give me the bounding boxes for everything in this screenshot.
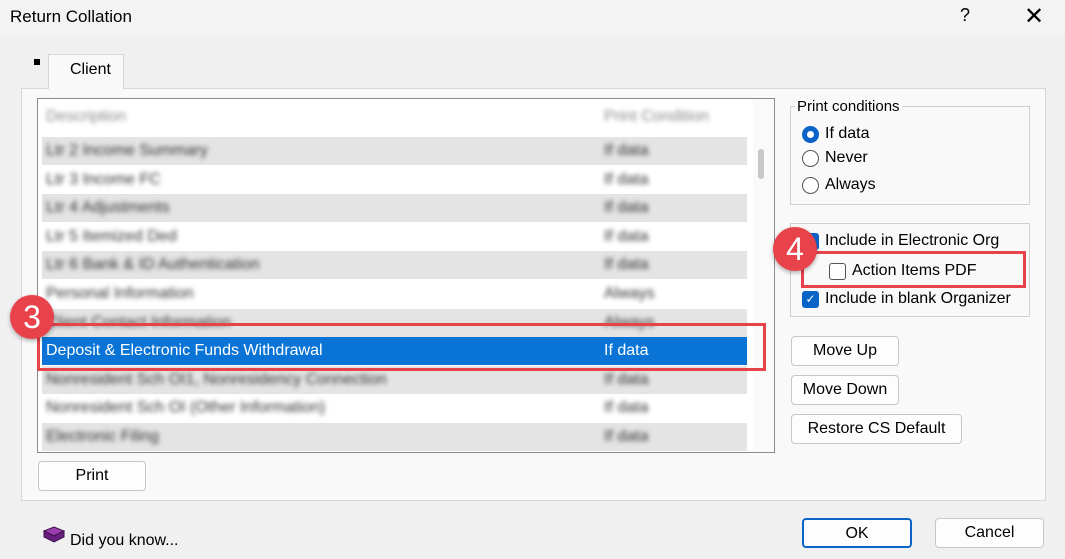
list-row[interactable]: Ltr 5 Itemized Ded If data — [42, 223, 747, 251]
include-electronic-org-checkbox[interactable]: ✓Include in Electronic Org — [802, 232, 999, 250]
radio-icon — [802, 149, 819, 167]
radio-label: Always — [825, 176, 876, 193]
radio-label: If data — [825, 125, 870, 142]
restore-default-button[interactable]: Restore CS Default — [791, 414, 962, 444]
did-you-know-link[interactable]: Did you know... — [70, 532, 179, 550]
book-icon — [42, 525, 66, 545]
row-description: Ltr 4 Adjustments — [46, 199, 170, 217]
header-description[interactable]: Description — [46, 103, 126, 131]
row-condition: If data — [604, 428, 649, 445]
row-condition: If data — [604, 227, 649, 245]
row-description: Ltr 2 Income Summary — [46, 142, 208, 159]
row-description: Nonresident Sch OI (Other Information) — [46, 399, 326, 417]
highlight-box-4 — [801, 251, 1026, 288]
list-row[interactable]: Electronic Filing If data — [42, 423, 747, 451]
checkbox-label: Include in Electronic Org — [825, 232, 1000, 249]
move-up-button[interactable]: Move Up — [791, 336, 899, 366]
print-conditions-legend: Print conditions — [797, 98, 900, 115]
ok-button[interactable]: OK — [802, 518, 912, 548]
close-button[interactable]: ✕ — [1024, 2, 1044, 31]
checkbox-label: Include in blank Organizer — [825, 290, 1011, 307]
step-badge-4: 4 — [773, 227, 817, 271]
radio-never[interactable]: Never — [802, 149, 868, 167]
list-row[interactable]: Personal Information Always — [42, 280, 747, 308]
row-condition: If data — [604, 399, 649, 417]
row-condition: If data — [604, 170, 649, 188]
row-condition: If data — [604, 256, 649, 274]
radio-selected-icon — [802, 125, 819, 143]
row-description: Ltr 6 Bank & ID Authentication — [46, 256, 260, 274]
header-condition[interactable]: Print Condition — [604, 103, 709, 131]
list-header: Description Print Condition — [42, 103, 747, 131]
list-row[interactable]: Ltr 3 Income FC If data — [42, 166, 747, 194]
row-description: Ltr 3 Income FC — [46, 170, 161, 188]
list-row[interactable]: Ltr 4 Adjustments If data — [42, 194, 747, 223]
list-row[interactable]: Ltr 6 Bank & ID Authentication If data — [42, 251, 747, 280]
row-condition: If data — [604, 199, 649, 217]
radio-always[interactable]: Always — [802, 176, 876, 194]
move-down-button[interactable]: Move Down — [791, 375, 899, 405]
scrollbar-thumb[interactable] — [758, 149, 764, 179]
checkbox-checked-icon: ✓ — [802, 290, 819, 308]
cancel-button[interactable]: Cancel — [935, 518, 1044, 548]
tab-marker-icon — [34, 59, 40, 65]
window-title: Return Collation — [10, 7, 132, 26]
collation-list[interactable]: Description Print Condition Ltr 2 Income… — [37, 98, 775, 453]
list-row[interactable]: Ltr 2 Income Summary If data — [42, 137, 747, 165]
include-blank-organizer-checkbox[interactable]: ✓ Include in blank Organizer — [802, 290, 1011, 308]
radio-icon — [802, 176, 819, 194]
row-description: Personal Information — [46, 285, 194, 302]
radio-if-data[interactable]: If data — [802, 125, 869, 143]
row-condition: If data — [604, 142, 649, 159]
print-button[interactable]: Print — [38, 461, 146, 491]
tab-client-label: Client — [70, 61, 111, 78]
radio-label: Never — [825, 149, 868, 166]
row-condition: Always — [604, 285, 655, 302]
title-bar — [0, 0, 1065, 36]
row-description: Electronic Filing — [46, 428, 159, 445]
list-row[interactable]: Nonresident Sch OI (Other Information) If… — [42, 394, 747, 422]
step-badge-3: 3 — [10, 295, 54, 339]
help-button[interactable]: ? — [960, 5, 970, 26]
row-description: Ltr 5 Itemized Ded — [46, 227, 177, 245]
highlight-box-3 — [37, 323, 766, 371]
